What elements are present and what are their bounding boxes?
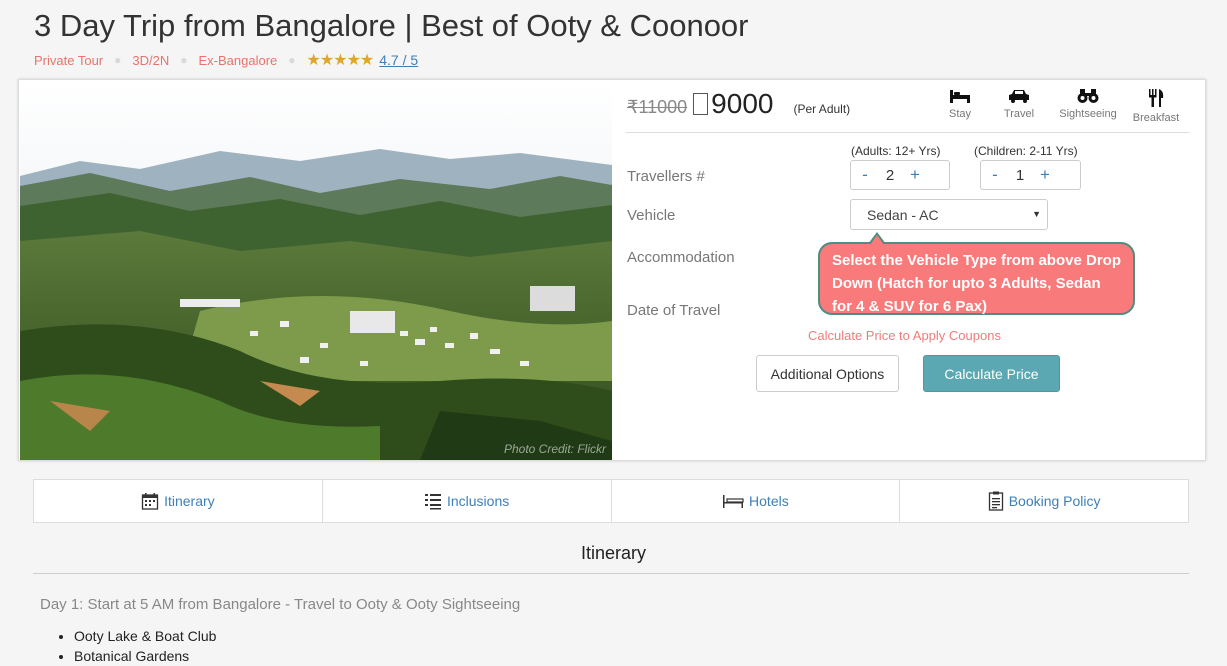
feature-sightseeing: Sightseeing <box>1058 88 1118 124</box>
travellers-label: Travellers # <box>627 168 705 185</box>
adults-age-label: (Adults: 12+ Yrs) <box>851 144 941 158</box>
bed-icon <box>950 90 970 103</box>
landscape-image <box>20 81 612 460</box>
adults-count[interactable]: 2 <box>879 167 901 184</box>
separator-dot: ● <box>288 53 296 67</box>
children-count[interactable]: 1 <box>1009 167 1031 184</box>
separator-dot: ● <box>114 53 122 67</box>
children-stepper: - 1 + <box>980 160 1081 190</box>
car-icon <box>1009 90 1029 103</box>
chevron-down-icon: ▼ <box>1032 209 1041 219</box>
separator-dot: ● <box>180 53 188 67</box>
currency-icon <box>693 93 709 115</box>
tab-itinerary[interactable]: Itinerary <box>34 480 323 522</box>
vehicle-selected-value: Sedan - AC <box>867 207 939 223</box>
fork-knife-icon <box>1149 89 1164 107</box>
binoculars-icon <box>1077 89 1099 103</box>
tab-hotels[interactable]: Hotels <box>612 480 901 522</box>
section-divider <box>33 573 1189 574</box>
price-unit: (Per Adult) <box>793 102 851 116</box>
adults-stepper: - 2 + <box>850 160 950 190</box>
vehicle-label: Vehicle <box>627 207 676 224</box>
tooltip-arrow-fill <box>870 235 884 245</box>
document-icon <box>988 491 1003 511</box>
accommodation-label: Accommodation <box>627 249 735 266</box>
vehicle-hint-tooltip: Select the Vehicle Type from above Drop … <box>818 232 1135 315</box>
adults-decrement-button[interactable]: - <box>851 165 879 185</box>
itinerary-section-title: Itinerary <box>580 543 647 563</box>
feature-stay: Stay <box>940 88 980 124</box>
rating-link[interactable]: 4.7 / 5 <box>379 52 418 68</box>
tab-booking-policy[interactable]: Booking Policy <box>900 480 1188 522</box>
tag-duration: 3D/2N <box>132 52 170 68</box>
tab-inclusions[interactable]: Inclusions <box>323 480 612 522</box>
discounted-price: 9000 <box>693 88 773 120</box>
original-price: ₹11000 <box>627 97 688 117</box>
tooltip-text: Select the Vehicle Type from above Drop … <box>832 252 1121 315</box>
date-of-travel-label: Date of Travel <box>627 302 721 319</box>
page-title: 3 Day Trip from Bangalore | Best of Ooty… <box>34 8 749 43</box>
checklist-icon <box>424 494 441 510</box>
children-increment-button[interactable]: + <box>1031 165 1059 185</box>
price-divider <box>626 132 1189 133</box>
coupon-note: Calculate Price to Apply Coupons <box>808 328 1001 343</box>
calculate-price-button[interactable]: Calculate Price <box>923 355 1060 392</box>
trip-photo: Photo Credit: Flickr <box>20 81 612 460</box>
price-row: ₹11000 9000 (Per Adult) <box>627 88 850 120</box>
feature-breakfast: Breakfast <box>1131 88 1181 124</box>
list-item: Botanical Gardens <box>74 646 216 666</box>
bed-icon <box>723 495 744 508</box>
detail-tabs: Itinerary Inclusions Hotels Booking Poli… <box>33 479 1189 523</box>
rating-stars-icon: ★★★★★ <box>306 52 375 69</box>
children-decrement-button[interactable]: - <box>981 165 1009 185</box>
list-item: Ooty Lake & Boat Club <box>74 626 216 646</box>
photo-credit: Photo Credit: Flickr <box>503 442 606 456</box>
features-row: Stay Travel Sightseeing Breakfast <box>940 88 1200 124</box>
tag-tour-type: Private Tour <box>34 52 104 68</box>
adults-increment-button[interactable]: + <box>901 165 929 185</box>
feature-travel: Travel <box>999 88 1039 124</box>
day-1-title: Day 1: Start at 5 AM from Bangalore - Tr… <box>40 596 521 613</box>
children-age-label: (Children: 2-11 Yrs) <box>974 144 1078 158</box>
calendar-icon <box>141 493 159 510</box>
vehicle-select[interactable]: Sedan - AC ▼ <box>850 199 1048 230</box>
trip-meta: Private Tour ● 3D/2N ● Ex-Bangalore ● ★★… <box>34 50 418 70</box>
additional-options-button[interactable]: Additional Options <box>756 355 899 392</box>
day-1-list: Ooty Lake & Boat Club Botanical Gardens <box>56 626 216 666</box>
tag-origin: Ex-Bangalore <box>198 52 278 68</box>
